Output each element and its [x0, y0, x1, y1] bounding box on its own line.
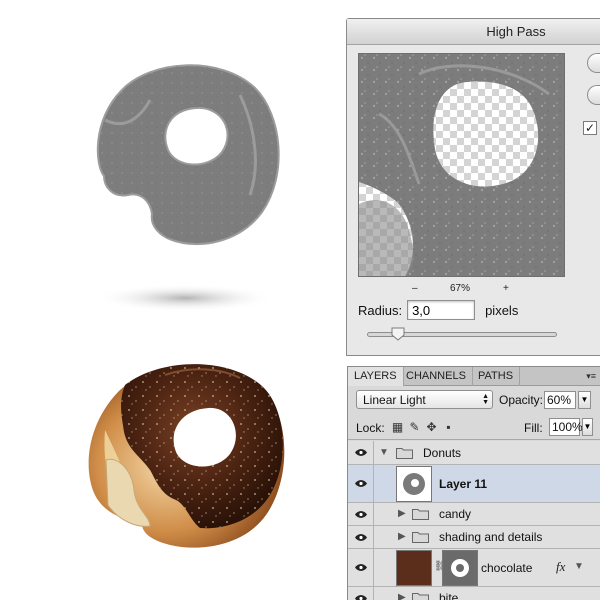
opacity-dropdown-button[interactable]: ▼ — [578, 391, 591, 409]
radius-row: Radius: pixels — [358, 299, 518, 321]
expand-triangle-icon[interactable]: ▼ — [379, 447, 389, 458]
visibility-eye-icon[interactable] — [348, 503, 374, 525]
high-pass-dialog: High Pass – 67% + Radius: 3,0 pixels ✓ — [346, 18, 600, 356]
effects-expand-icon[interactable]: ▼ — [574, 561, 584, 572]
lock-transparency-icon[interactable]: ▦ — [391, 421, 404, 434]
layer-name: Donuts — [423, 446, 462, 460]
canvas-artwork — [88, 64, 285, 548]
layer-name: Layer 11 — [439, 477, 488, 491]
ok-button[interactable] — [587, 53, 600, 73]
layers-panel: LAYERS CHANNELS PATHS ▾≡ Linear Light ▲ ▼… — [347, 366, 600, 600]
blend-opacity-row: Linear Light ▲ ▼ Opacity: 60% ▼ — [348, 387, 600, 414]
blend-mode-value: Linear Light — [363, 393, 426, 407]
dialog-title: High Pass — [486, 24, 546, 39]
folder-icon — [412, 593, 429, 600]
layer-row-shading-and-details[interactable]: ▶ shading and details — [348, 526, 600, 549]
layer-thumbnail — [396, 466, 432, 502]
opacity-label: Opacity: — [499, 393, 544, 407]
lock-position-icon[interactable]: ✥ — [425, 421, 438, 434]
collapse-triangle-icon[interactable]: ▶ — [398, 531, 406, 542]
visibility-eye-icon[interactable] — [348, 587, 374, 600]
opacity-input[interactable]: 60% — [544, 391, 576, 409]
gray-donut — [96, 64, 280, 246]
layer-row-donuts[interactable]: ▼ Donuts — [348, 441, 600, 465]
filter-preview[interactable] — [358, 53, 565, 277]
tab-channels[interactable]: CHANNELS — [400, 367, 473, 386]
top-donut-shadow — [95, 284, 275, 312]
lock-label: Lock: — [356, 421, 385, 435]
preview-checkbox[interactable]: ✓ — [583, 121, 597, 135]
panel-tabbar: LAYERS CHANNELS PATHS ▾≡ — [348, 367, 600, 386]
zoom-controls: – 67% + — [358, 283, 565, 297]
layer-name: candy — [439, 507, 472, 521]
layer-row-candy[interactable]: ▶ candy — [348, 503, 600, 526]
tab-layers[interactable]: LAYERS — [348, 367, 404, 386]
layer-row-bite[interactable]: ▶ bite — [348, 587, 600, 600]
fill-input[interactable]: 100% — [549, 418, 583, 436]
radius-unit: pixels — [485, 302, 519, 318]
visibility-eye-icon[interactable] — [348, 465, 374, 502]
dialog-titlebar[interactable]: High Pass — [347, 19, 600, 45]
document-canvas[interactable] — [0, 0, 340, 600]
chocolate-donut — [88, 364, 285, 548]
folder-icon — [412, 532, 429, 543]
cancel-button[interactable] — [587, 85, 600, 105]
preview-image — [359, 54, 564, 276]
visibility-eye-icon[interactable] — [348, 526, 374, 548]
panel-menu-icon[interactable]: ▾≡ — [586, 371, 596, 382]
tab-paths[interactable]: PATHS — [472, 367, 521, 386]
layer-row-layer-11[interactable]: Layer 11 — [348, 465, 600, 503]
zoom-in-button[interactable]: + — [503, 283, 509, 294]
layer-thumbnail — [396, 550, 432, 586]
folder-icon — [396, 448, 413, 459]
layer-name: bite — [439, 591, 459, 600]
lock-fill-row: Lock: ▦ ✎ ✥ ▪ Fill: 100% ▼ — [348, 416, 600, 440]
zoom-level: 67% — [450, 283, 471, 294]
collapse-triangle-icon[interactable]: ▶ — [398, 508, 406, 519]
layer-name: chocolate — [481, 561, 533, 575]
layer-mask-thumbnail[interactable] — [442, 550, 478, 586]
collapse-triangle-icon[interactable]: ▶ — [398, 592, 406, 600]
layer-effects-icon[interactable]: fx — [556, 559, 565, 575]
blend-mode-select[interactable]: Linear Light ▲ ▼ — [356, 390, 493, 409]
lock-all-icon[interactable]: ▪ — [442, 421, 455, 434]
updown-arrows-icon: ▲ ▼ — [482, 393, 489, 406]
zoom-out-button[interactable]: – — [412, 283, 418, 294]
fill-dropdown-button[interactable]: ▼ — [582, 418, 593, 436]
folder-icon — [412, 509, 429, 520]
layer-row-chocolate[interactable]: ⛓ chocolate fx ▼ — [348, 549, 600, 587]
lock-pixels-icon[interactable]: ✎ — [408, 421, 421, 434]
radius-label: Radius: — [358, 302, 403, 318]
layer-list: ▼ Donuts Layer 11 ▶ candy ▶ shading and … — [348, 441, 600, 600]
layer-name: shading and details — [439, 530, 543, 544]
fill-label: Fill: — [524, 421, 543, 435]
visibility-eye-icon[interactable] — [348, 549, 374, 586]
radius-slider-thumb[interactable] — [391, 327, 405, 341]
radius-input[interactable] — [407, 300, 476, 320]
visibility-eye-icon[interactable] — [348, 441, 374, 464]
